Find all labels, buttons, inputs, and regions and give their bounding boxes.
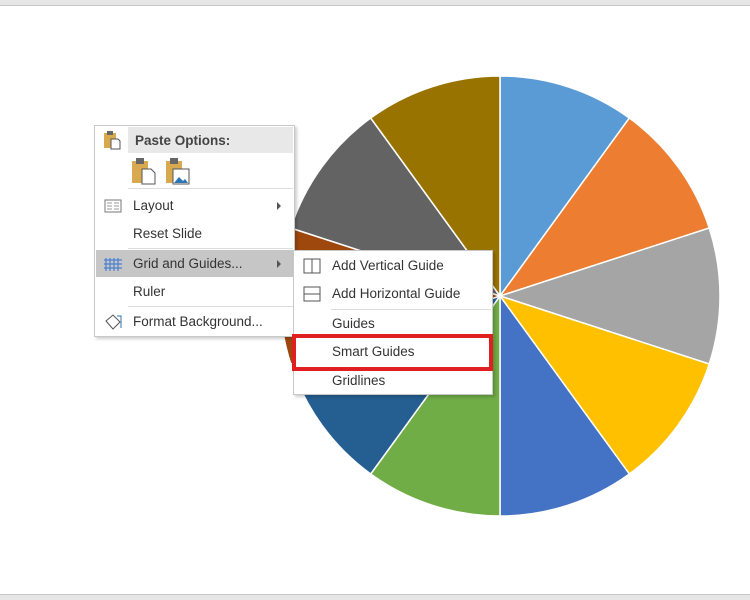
- menu-item-label: Add Horizontal Guide: [332, 286, 461, 301]
- menu-item-label: Format Background...: [133, 314, 263, 329]
- horizontal-guide-icon: [303, 286, 321, 301]
- separator: [128, 188, 293, 189]
- menu-item-grid-and-guides[interactable]: Grid and Guides...: [96, 250, 293, 277]
- menu-item-gridlines[interactable]: Gridlines: [295, 367, 491, 394]
- separator: [128, 248, 293, 249]
- submenu-arrow-icon: [277, 259, 281, 268]
- menu-item-label: Grid and Guides...: [133, 256, 243, 271]
- menu-item-reset-slide[interactable]: Reset Slide: [96, 220, 293, 247]
- paste-icon: [104, 131, 121, 150]
- menu-item-layout[interactable]: Layout: [96, 192, 293, 219]
- paste-options-header: Paste Options:: [128, 127, 293, 153]
- separator: [128, 306, 293, 307]
- menu-item-ruler[interactable]: Ruler: [96, 278, 293, 305]
- menu-item-add-vertical-guide[interactable]: Add Vertical Guide: [295, 252, 491, 279]
- paste-picture-icon[interactable]: [165, 157, 191, 185]
- submenu-arrow-icon: [277, 201, 281, 210]
- vertical-guide-icon: [303, 258, 321, 273]
- menu-item-add-horizontal-guide[interactable]: Add Horizontal Guide: [295, 280, 491, 307]
- window-bottom-border: [0, 594, 750, 600]
- menu-item-label: Gridlines: [332, 373, 386, 388]
- paste-keep-formatting-icon[interactable]: [131, 157, 157, 185]
- grid-icon: [104, 257, 122, 271]
- menu-item-label: Reset Slide: [133, 226, 203, 241]
- layout-icon: [104, 199, 122, 212]
- format-background-icon: [105, 313, 122, 330]
- menu-item-label: Ruler: [133, 284, 166, 299]
- menu-item-format-background[interactable]: Format Background...: [96, 308, 293, 335]
- highlight-box: [292, 334, 493, 371]
- grid-and-guides-submenu: Add Vertical Guide Add Horizontal Guide …: [293, 250, 493, 395]
- menu-item-label: Layout: [133, 198, 174, 213]
- menu-item-label: Guides: [332, 316, 375, 331]
- menu-item-label: Add Vertical Guide: [332, 258, 444, 273]
- menu-item-guides[interactable]: Guides: [295, 310, 491, 337]
- context-menu: Paste Options: Layout Reset Slide Grid a…: [94, 125, 295, 337]
